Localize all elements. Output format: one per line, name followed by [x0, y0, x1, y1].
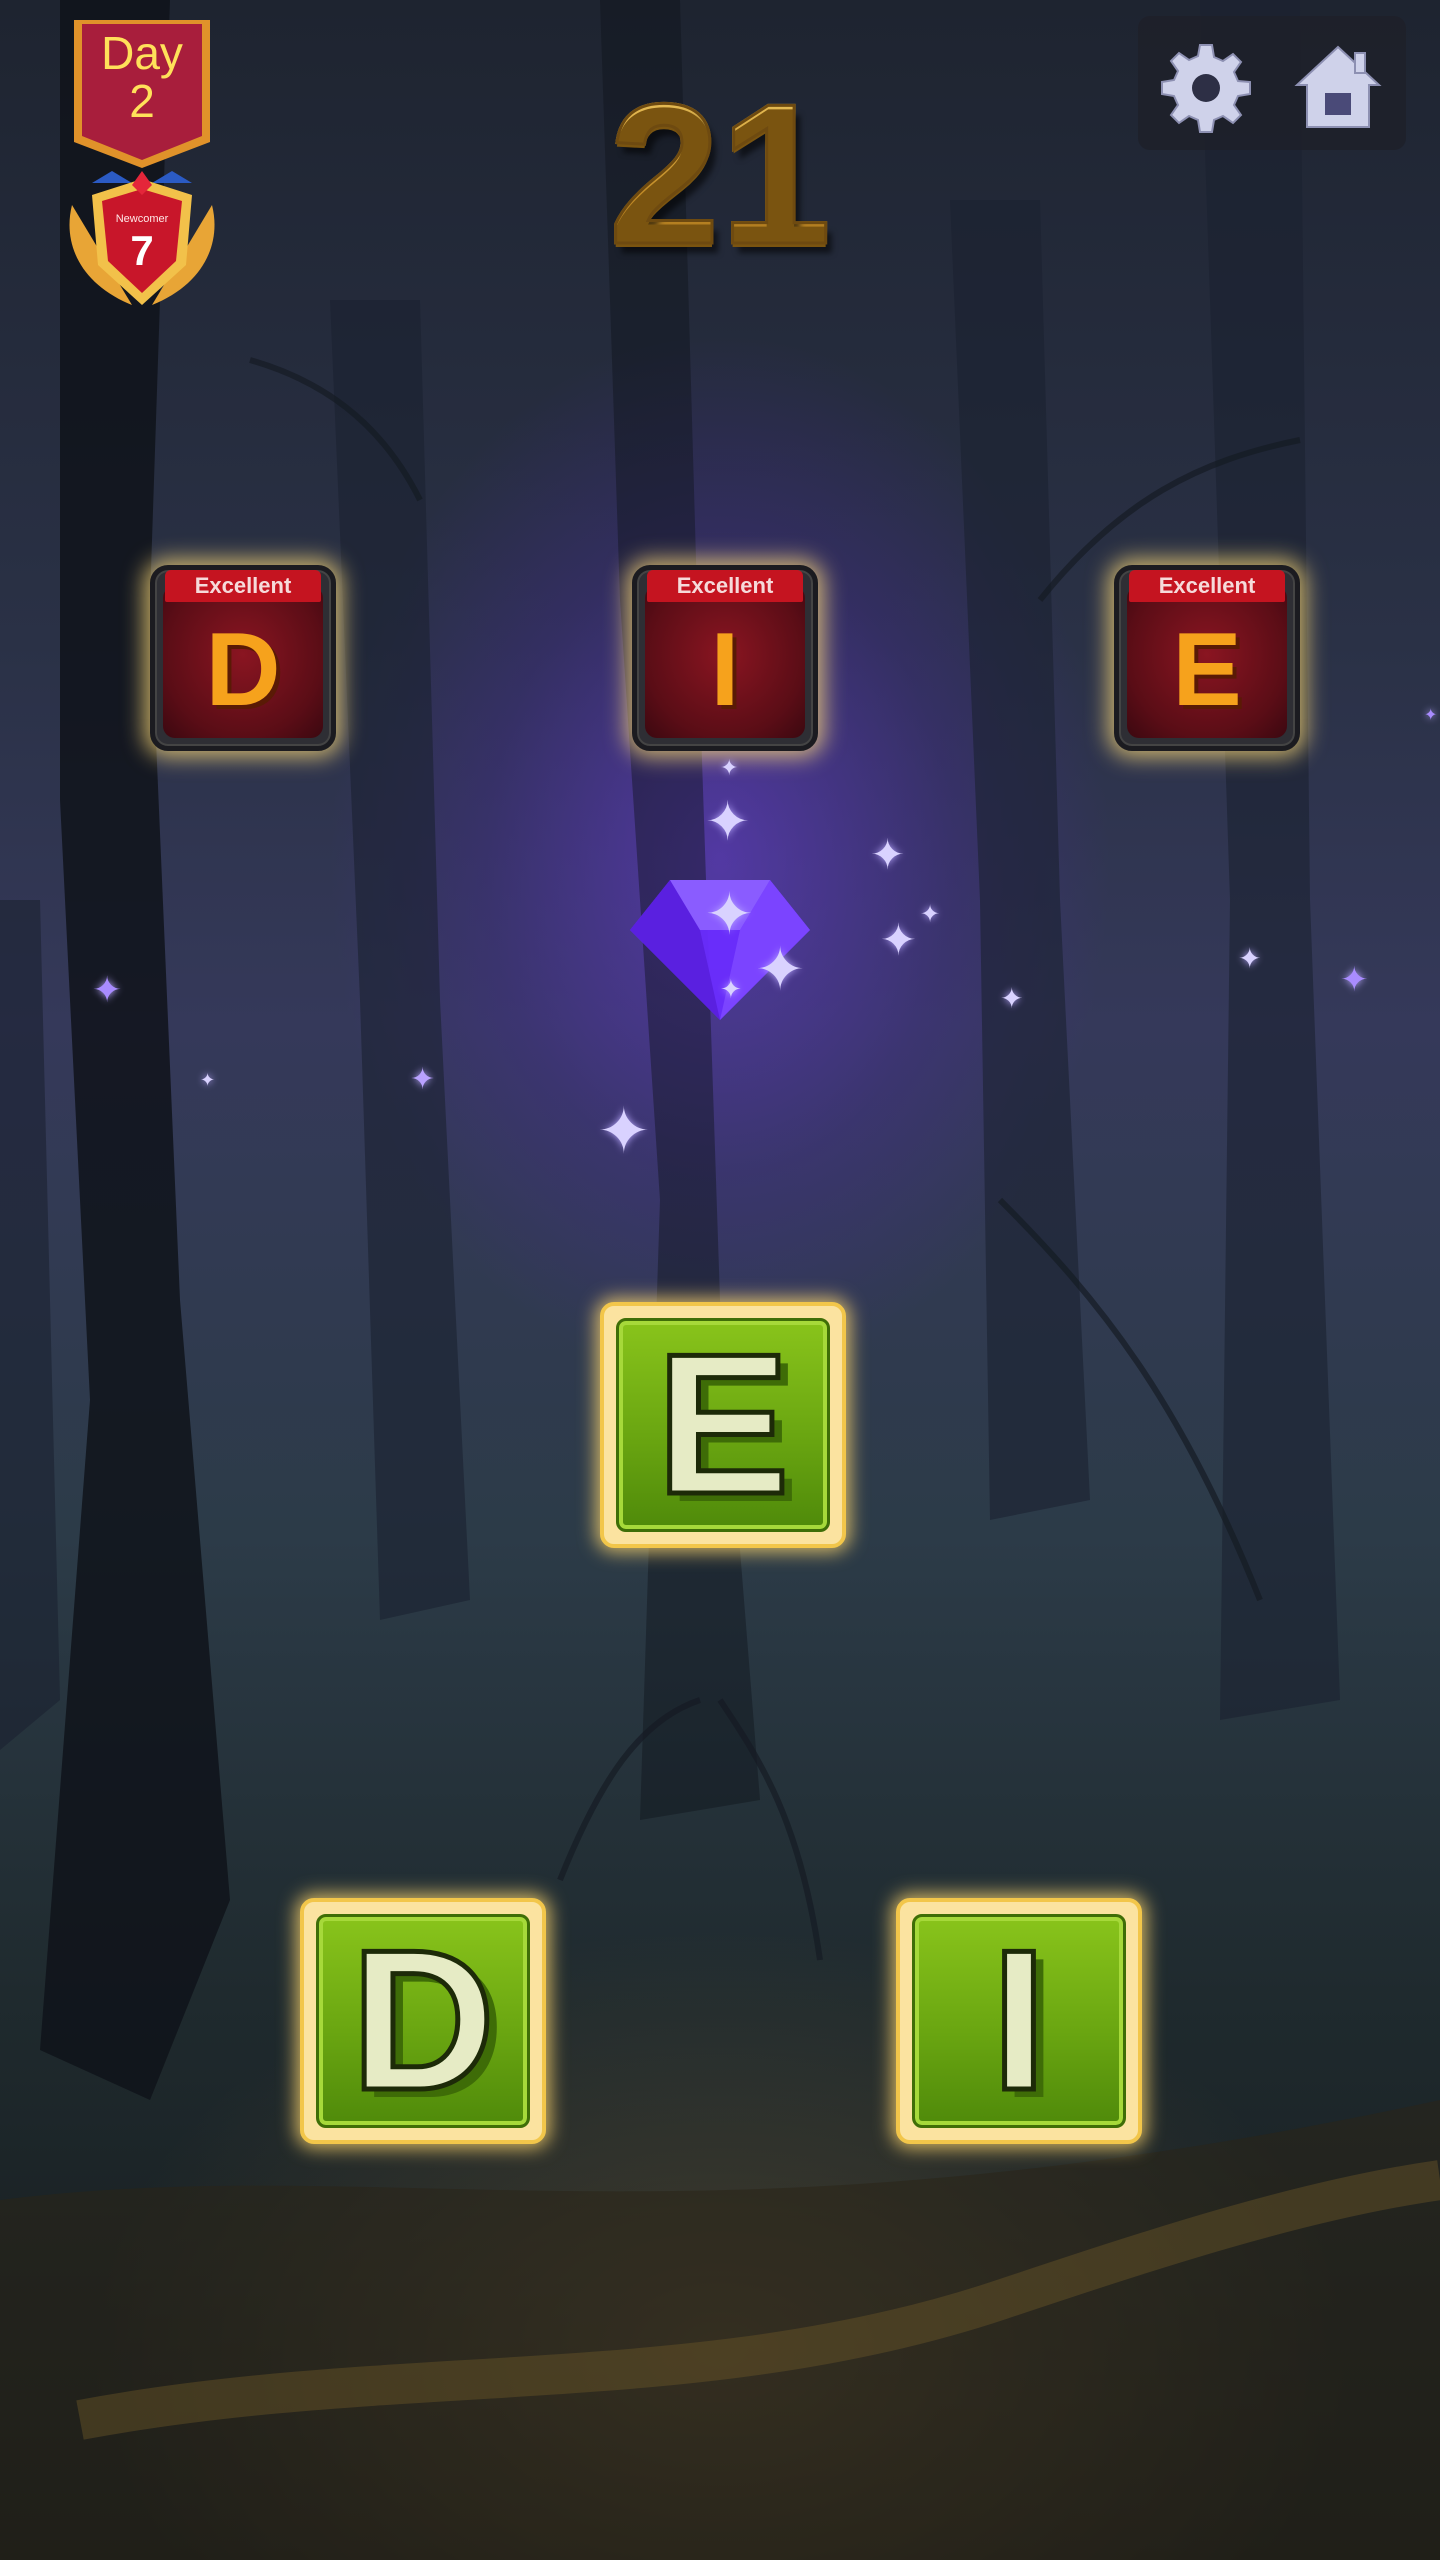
sparkle-icon: ✦: [720, 756, 739, 781]
day-banner: Day 2: [68, 18, 216, 168]
sparkle-icon: ✦: [200, 1070, 216, 1091]
forest-background: [0, 0, 1440, 2560]
sparkle-icon: ✦: [410, 1062, 436, 1097]
sparkle-icon: ✦: [1000, 982, 1024, 1015]
sparkle-icon: ✦: [920, 900, 941, 928]
home-icon: [1294, 45, 1382, 128]
sparkle-icon: ✦: [870, 830, 906, 879]
letter-tile-i[interactable]: I: [896, 1898, 1142, 2144]
sparkle-icon: ✦: [880, 915, 917, 966]
letter-tile-d[interactable]: D: [300, 1898, 546, 2144]
gear-icon: [1161, 44, 1251, 133]
word-tile-3: Excellent E: [1114, 565, 1300, 751]
day-label: Day: [101, 27, 183, 79]
sparkle-icon: ✦: [755, 935, 806, 1005]
sparkle-icon: ✦: [705, 880, 754, 948]
rank-title: Newcomer: [115, 213, 169, 225]
sparkle-icon: ✦: [92, 970, 123, 1011]
sparkle-icon: ✦: [1238, 942, 1262, 975]
top-toolbar: [1138, 16, 1406, 150]
letter-tile-char: D: [348, 1907, 497, 2135]
letter-tile-char: I: [989, 1907, 1050, 2135]
settings-button[interactable]: [1156, 38, 1256, 138]
word-tile-letter: I: [710, 612, 740, 728]
sparkle-icon: ✦: [720, 975, 742, 1005]
letter-tile-char: E: [654, 1311, 792, 1539]
rank-badge: Newcomer 7: [62, 165, 222, 315]
word-tile-tag: Excellent: [647, 570, 803, 602]
word-tile-tag: Excellent: [165, 570, 321, 602]
sparkle-icon: ✦: [1340, 960, 1369, 1000]
sparkle-icon: ✦: [705, 790, 751, 853]
rank-level: 7: [130, 227, 154, 274]
word-tile-2: Excellent I: [632, 565, 818, 751]
word-tile-letter: E: [1172, 612, 1242, 728]
letter-tile-e[interactable]: E: [600, 1302, 846, 1548]
sparkle-icon: ✦: [1424, 705, 1438, 724]
word-tile-1: Excellent D: [150, 565, 336, 751]
word-tile-tag: Excellent: [1129, 570, 1285, 602]
day-number: 2: [129, 75, 155, 127]
home-button[interactable]: [1288, 38, 1388, 138]
sparkle-icon: ✦: [597, 1095, 651, 1169]
score-counter: 21: [520, 68, 920, 281]
word-tile-letter: D: [205, 612, 281, 728]
